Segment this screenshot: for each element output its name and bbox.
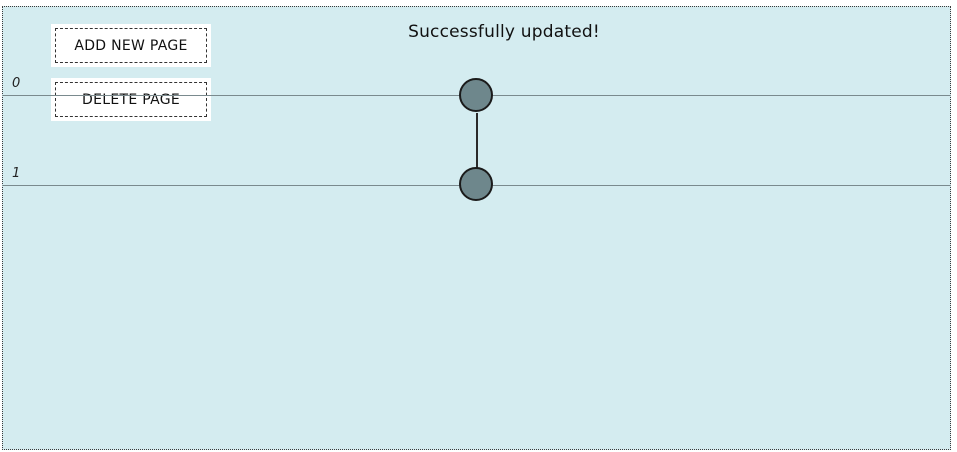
node-connector (476, 113, 478, 169)
row-label-0: 0 (12, 76, 21, 91)
page-canvas[interactable] (2, 6, 951, 450)
page-node-1[interactable] (459, 167, 493, 201)
page-node-0[interactable] (459, 78, 493, 112)
add-new-page-label: ADD NEW PAGE (55, 28, 207, 63)
row-label-1: 1 (12, 166, 21, 181)
add-new-page-button[interactable]: ADD NEW PAGE (51, 24, 211, 67)
delete-page-label: DELETE PAGE (55, 82, 207, 117)
delete-page-button[interactable]: DELETE PAGE (51, 78, 211, 121)
